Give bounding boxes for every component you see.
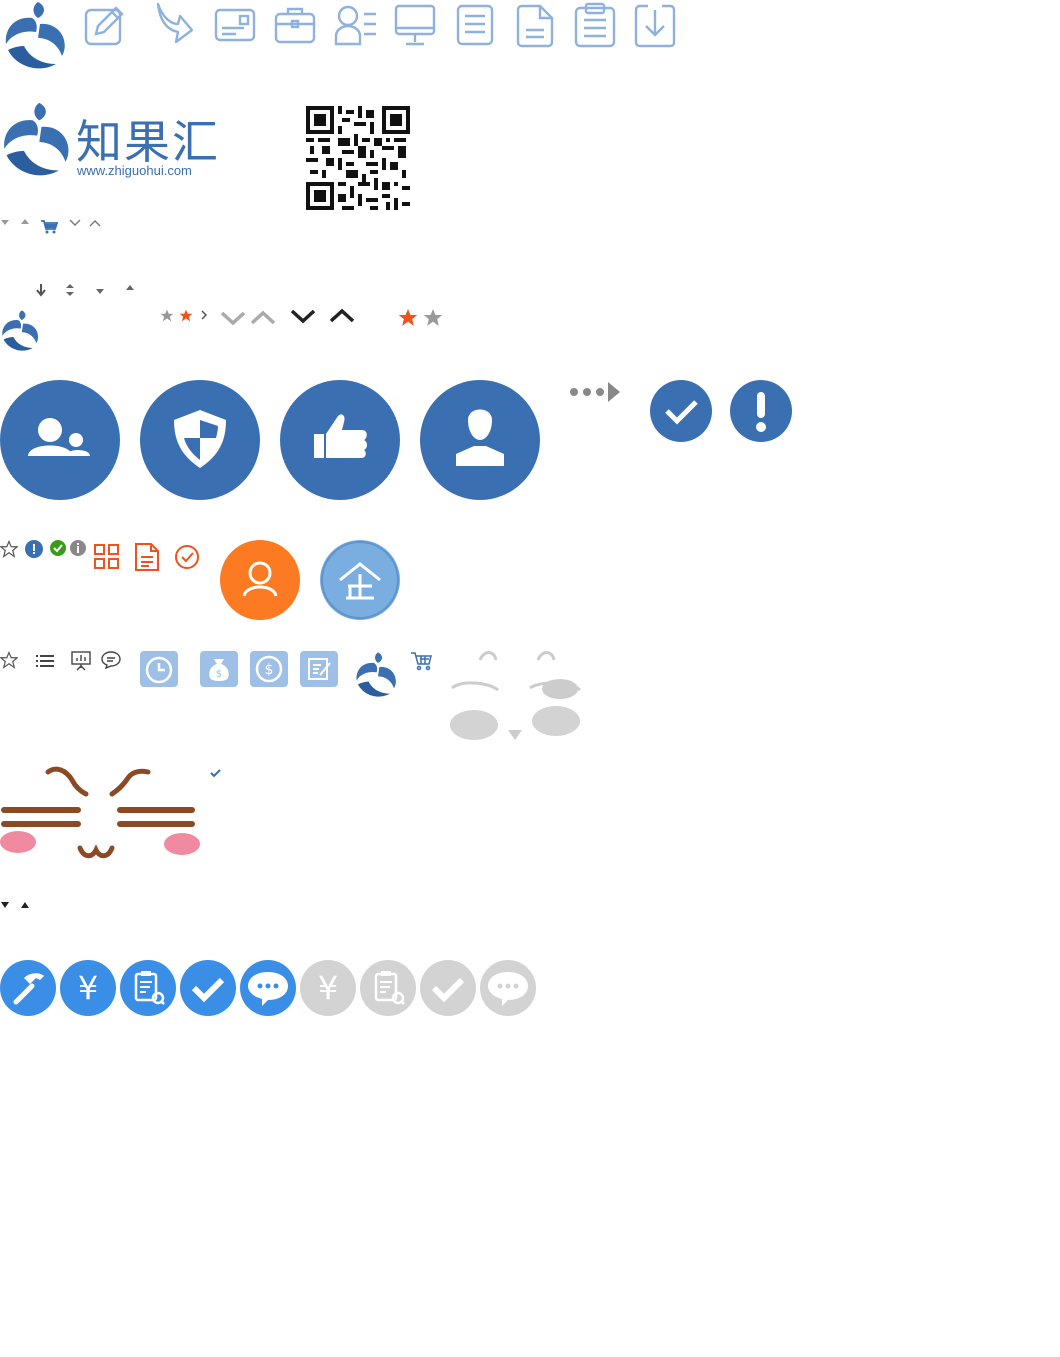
- user-icon[interactable]: [420, 380, 540, 500]
- dots-arrow-right-icon[interactable]: [568, 380, 622, 404]
- chat-icon[interactable]: [240, 960, 296, 1016]
- money-bag-icon[interactable]: $: [200, 651, 238, 687]
- check-circle-orange-icon[interactable]: [174, 544, 200, 570]
- chevron-up-icon[interactable]: [88, 218, 102, 228]
- chevron-right-small-icon[interactable]: [199, 309, 209, 321]
- check-small-icon[interactable]: [210, 768, 222, 778]
- caret-down-black-icon[interactable]: [0, 900, 10, 910]
- briefcase-icon[interactable]: [274, 6, 316, 44]
- chevron-down-dark-icon[interactable]: [289, 307, 317, 325]
- dollar-coin-icon[interactable]: $: [250, 651, 288, 687]
- kaomoji-blush-face-icon: [0, 766, 204, 862]
- shield-icon[interactable]: [140, 380, 260, 500]
- id-card-icon[interactable]: [214, 8, 256, 42]
- caret-down-line-icon[interactable]: [94, 287, 106, 297]
- kaomoji-gray-face-icon: [448, 650, 584, 742]
- svg-text:¥: ¥: [318, 969, 338, 1007]
- info-gray-icon[interactable]: [70, 540, 86, 556]
- caret-down-small-icon[interactable]: [0, 218, 10, 226]
- forward-arrow-icon[interactable]: [154, 2, 196, 48]
- clipboard-search-gray-icon[interactable]: [360, 960, 416, 1016]
- svg-text:$: $: [216, 669, 222, 680]
- check-green-icon[interactable]: [50, 540, 66, 556]
- chevron-up-gray-icon[interactable]: [249, 309, 277, 327]
- group-users-icon[interactable]: [0, 380, 120, 500]
- brand-logo-large: [0, 98, 72, 182]
- list-icon[interactable]: [36, 654, 54, 668]
- hammer-icon[interactable]: [0, 960, 56, 1016]
- document-orange-icon[interactable]: [134, 542, 160, 572]
- check-icon[interactable]: [180, 960, 236, 1016]
- star-orange-icon[interactable]: [398, 308, 418, 327]
- brand-url: www.zhiguohui.com: [77, 163, 192, 178]
- brand-logo-icon: [2, 0, 68, 72]
- chevron-down-icon[interactable]: [68, 218, 82, 228]
- arrow-down-icon[interactable]: [35, 283, 47, 297]
- svg-text:$: $: [265, 662, 274, 678]
- info-blue-icon[interactable]: [25, 540, 43, 558]
- chevron-down-gray-icon[interactable]: [219, 309, 247, 327]
- download-icon[interactable]: [634, 4, 676, 48]
- note-edit-icon[interactable]: [300, 651, 338, 687]
- edit-icon[interactable]: [84, 4, 126, 46]
- user-orange-icon[interactable]: [220, 540, 300, 620]
- brand-logo-medium: [354, 648, 398, 702]
- grid-icon[interactable]: [94, 544, 120, 570]
- star-orange-small-icon[interactable]: [179, 309, 193, 322]
- presentation-icon[interactable]: [71, 651, 91, 671]
- enterprise-icon[interactable]: [320, 540, 400, 620]
- star-outline-icon[interactable]: [0, 540, 18, 558]
- caret-up-line-icon[interactable]: [124, 283, 136, 293]
- check-gray-icon[interactable]: [420, 960, 476, 1016]
- monitor-icon[interactable]: [394, 4, 436, 46]
- star-gray-icon[interactable]: [423, 308, 443, 327]
- comment-icon[interactable]: [101, 651, 121, 669]
- chat-gray-icon[interactable]: [480, 960, 536, 1016]
- document-lines-icon[interactable]: [516, 4, 554, 48]
- cart-icon[interactable]: [40, 220, 58, 234]
- cart-blue-icon[interactable]: [410, 651, 432, 671]
- chevron-up-dark-icon[interactable]: [328, 307, 356, 325]
- sort-icon[interactable]: [64, 283, 76, 297]
- thumbs-up-icon[interactable]: [280, 380, 400, 500]
- caret-up-black-icon[interactable]: [20, 900, 30, 910]
- clock-icon[interactable]: [140, 651, 178, 687]
- yen-icon[interactable]: ¥: [60, 960, 116, 1016]
- caret-up-small-icon[interactable]: [20, 218, 30, 226]
- star-gray-small-icon[interactable]: [160, 309, 174, 322]
- clipboard-icon[interactable]: [574, 2, 616, 48]
- document-icon[interactable]: [456, 4, 494, 46]
- qr-code-icon: [306, 106, 410, 210]
- svg-text:¥: ¥: [78, 969, 98, 1007]
- exclamation-circle-icon[interactable]: [730, 380, 792, 442]
- user-list-icon[interactable]: [334, 4, 378, 46]
- star-outline-2-icon[interactable]: [0, 651, 18, 669]
- yen-gray-icon[interactable]: ¥: [300, 960, 356, 1016]
- brand-logo-small: [0, 308, 40, 354]
- clipboard-search-icon[interactable]: [120, 960, 176, 1016]
- check-circle-icon[interactable]: [650, 380, 712, 442]
